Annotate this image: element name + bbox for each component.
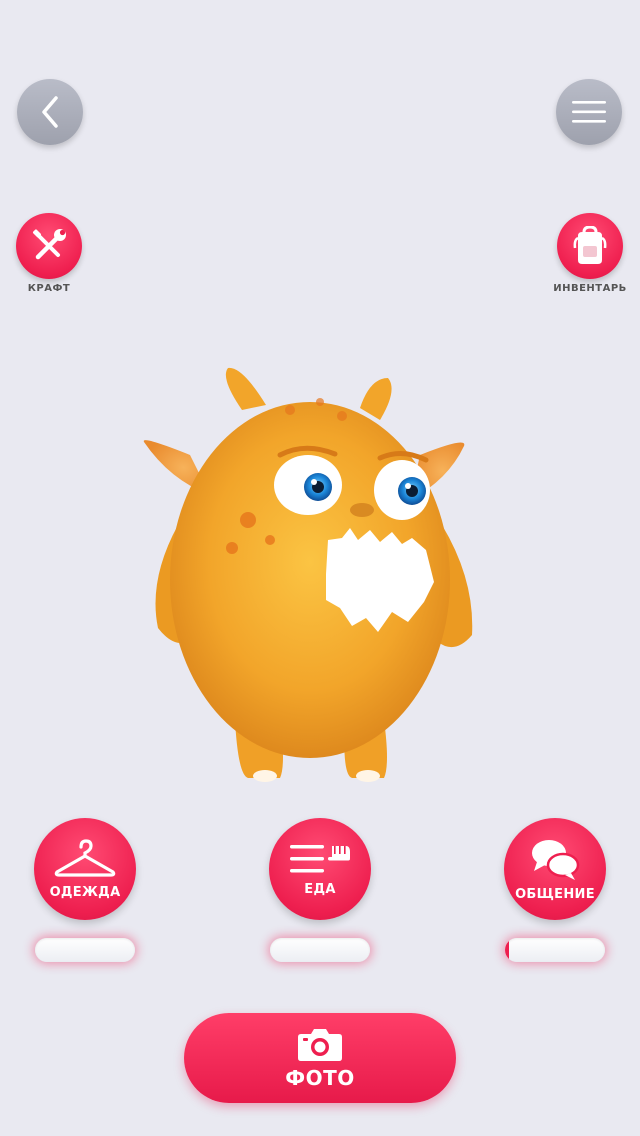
menu-button[interactable]	[556, 79, 622, 145]
chat-bubbles-icon	[532, 839, 580, 880]
photo-label: ФОТО	[285, 1066, 355, 1090]
food-progress-bar	[270, 938, 370, 962]
wrench-screwdriver-icon	[33, 229, 66, 260]
need-clothes: ОДЕЖДА	[25, 818, 145, 962]
camera-icon	[298, 1029, 342, 1061]
clothes-button[interactable]: ОДЕЖДА	[34, 818, 136, 920]
food-label: ЕДА	[304, 881, 336, 897]
hamburger-menu-icon	[572, 101, 606, 123]
social-progress-fill	[505, 938, 509, 962]
inventory-label: ИНВЕНТАРЬ	[553, 283, 627, 294]
backpack-icon	[573, 226, 607, 264]
photo-button[interactable]: ФОТО	[184, 1013, 456, 1103]
craft-action[interactable]: КРАФТ	[4, 213, 94, 294]
fork-icon	[290, 844, 350, 872]
monster-illustration	[143, 367, 473, 782]
hanger-icon	[54, 838, 116, 877]
monster-character[interactable]	[130, 350, 490, 790]
social-button[interactable]: ОБЩЕНИЕ	[504, 818, 606, 920]
inventory-button[interactable]	[557, 213, 623, 279]
clothes-label: ОДЕЖДА	[49, 884, 121, 900]
chevron-left-icon	[42, 96, 58, 128]
back-button[interactable]	[17, 79, 83, 145]
inventory-action[interactable]: ИНВЕНТАРЬ	[545, 213, 635, 294]
social-label: ОБЩЕНИЕ	[515, 886, 595, 902]
craft-label: КРАФТ	[27, 283, 71, 294]
craft-button[interactable]	[16, 213, 82, 279]
social-progress-bar	[505, 938, 605, 962]
need-social: ОБЩЕНИЕ	[495, 818, 615, 962]
food-button[interactable]: ЕДА	[269, 818, 371, 920]
need-food: ЕДА	[260, 818, 380, 962]
clothes-progress-bar	[35, 938, 135, 962]
